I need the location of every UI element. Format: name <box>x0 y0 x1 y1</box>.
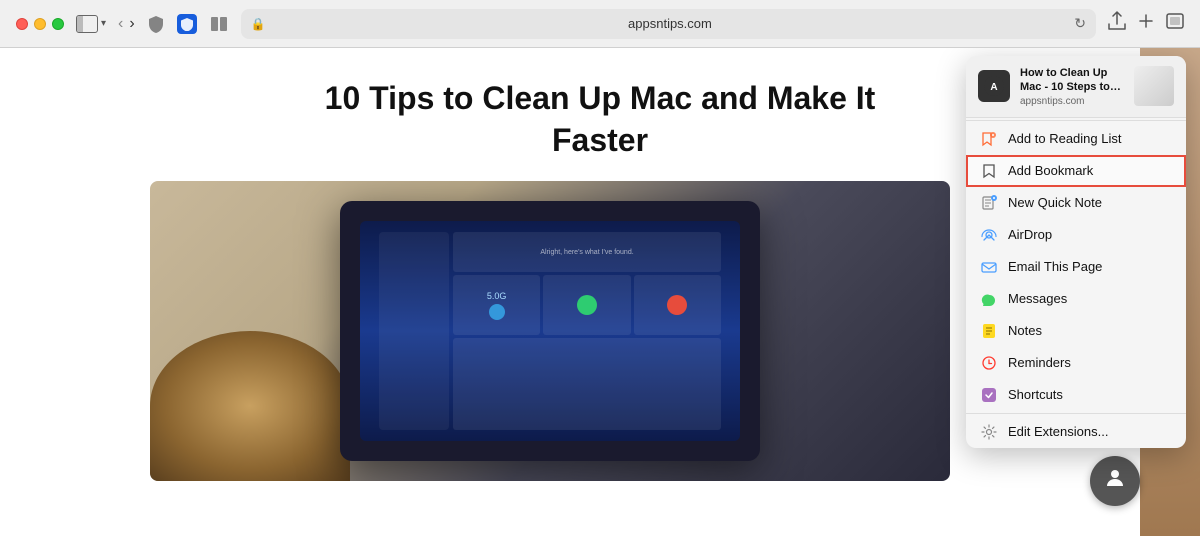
email-this-page-icon <box>980 258 998 276</box>
privacy-shield-icon[interactable] <box>147 15 165 33</box>
traffic-lights <box>16 18 64 30</box>
airdrop-icon <box>980 226 998 244</box>
reload-button[interactable]: ↻ <box>1074 15 1086 32</box>
menu-item-label-edit-extensions: Edit Extensions... <box>1008 424 1108 439</box>
site-title: How to Clean Up Mac - 10 Steps to Clean … <box>1020 66 1124 95</box>
nav-arrows: ‹ › <box>118 15 135 33</box>
menu-item-new-quick-note[interactable]: New Quick Note <box>966 187 1186 219</box>
add-bookmark-icon <box>980 162 998 180</box>
screen-sidebar <box>379 232 449 430</box>
profile-button[interactable] <box>1090 456 1140 506</box>
reminders-icon <box>980 354 998 372</box>
divider-1 <box>966 120 1186 121</box>
notes-icon <box>980 322 998 340</box>
reader-mode-icon[interactable] <box>209 14 229 34</box>
laptop-mockup: Alright, here's what I've found. 5.0G <box>340 201 760 461</box>
menu-item-label-notes: Notes <box>1008 323 1042 338</box>
menu-item-messages[interactable]: Messages <box>966 283 1186 315</box>
menu-item-label-reminders: Reminders <box>1008 355 1071 370</box>
close-button[interactable] <box>16 18 28 30</box>
menu-item-airdrop[interactable]: AirDrop <box>966 219 1186 251</box>
forward-button[interactable]: › <box>129 15 134 33</box>
divider-before-extensions <box>966 413 1186 414</box>
screen-card-top: Alright, here's what I've found. <box>453 232 721 272</box>
screen-card-2 <box>543 275 630 335</box>
tab-overview-button[interactable] <box>1166 13 1184 34</box>
menu-item-shortcuts[interactable]: Shortcuts <box>966 379 1186 411</box>
bitwarden-icon[interactable] <box>177 14 197 34</box>
screen-card-3 <box>634 275 721 335</box>
screen-card-1: 5.0G <box>453 275 540 335</box>
menu-item-edit-extensions[interactable]: Edit Extensions... <box>966 416 1186 448</box>
screen-cards-row: 5.0G <box>453 275 721 335</box>
address-bar[interactable]: 🔒 appsntips.com ↻ <box>241 9 1096 39</box>
site-thumbnail <box>1134 66 1174 106</box>
shortcuts-icon <box>980 386 998 404</box>
screen-main: Alright, here's what I've found. 5.0G <box>453 232 721 430</box>
dropdown-header: A How to Clean Up Mac - 10 Steps to Clea… <box>966 56 1186 118</box>
share-button[interactable] <box>1108 11 1126 36</box>
lock-icon: 🔒 <box>251 17 266 31</box>
site-url: appsntips.com <box>1020 96 1124 107</box>
article-title: 10 Tips to Clean Up Mac and Make It Fast… <box>300 78 900 161</box>
svg-text:A: A <box>990 82 997 93</box>
url-display: appsntips.com <box>272 16 1069 31</box>
new-quick-note-icon <box>980 194 998 212</box>
screen-card-bottom <box>453 338 721 430</box>
menu-item-label-shortcuts: Shortcuts <box>1008 387 1063 402</box>
menu-item-add-reading-list[interactable]: Add to Reading List <box>966 123 1186 155</box>
edit-extensions-icon <box>980 423 998 441</box>
back-button[interactable]: ‹ <box>118 15 123 33</box>
menu-item-reminders[interactable]: Reminders <box>966 347 1186 379</box>
sidebar-chevron-icon: ▾ <box>101 18 106 29</box>
toolbar-right <box>1108 11 1184 36</box>
new-tab-button[interactable] <box>1138 13 1154 34</box>
menu-item-label-add-reading-list: Add to Reading List <box>1008 131 1121 146</box>
menu-item-label-email-this-page: Email This Page <box>1008 259 1102 274</box>
browser-chrome: ▾ ‹ › 🔒 appsntips.com ↻ <box>0 0 1200 48</box>
minimize-button[interactable] <box>34 18 46 30</box>
share-dropdown-menu: A How to Clean Up Mac - 10 Steps to Clea… <box>966 56 1186 448</box>
article-hero-image: Alright, here's what I've found. 5.0G <box>150 181 950 481</box>
menu-item-add-bookmark[interactable]: Add Bookmark <box>966 155 1186 187</box>
messages-icon <box>980 290 998 308</box>
maximize-button[interactable] <box>52 18 64 30</box>
menu-item-email-this-page[interactable]: Email This Page <box>966 251 1186 283</box>
add-reading-list-icon <box>980 130 998 148</box>
profile-icon <box>1103 466 1127 496</box>
menu-item-label-messages: Messages <box>1008 291 1067 306</box>
menu-item-notes[interactable]: Notes <box>966 315 1186 347</box>
page-content: 10 Tips to Clean Up Mac and Make It Fast… <box>0 48 1200 536</box>
bowl-decoration <box>150 331 350 481</box>
laptop-screen: Alright, here's what I've found. 5.0G <box>360 221 740 441</box>
site-favicon: A <box>978 70 1010 102</box>
menu-item-label-add-bookmark: Add Bookmark <box>1008 163 1093 178</box>
menu-item-label-airdrop: AirDrop <box>1008 227 1052 242</box>
sidebar-toggle[interactable]: ▾ <box>76 15 106 33</box>
menu-item-label-new-quick-note: New Quick Note <box>1008 195 1102 210</box>
site-info: How to Clean Up Mac - 10 Steps to Clean … <box>1020 66 1124 107</box>
